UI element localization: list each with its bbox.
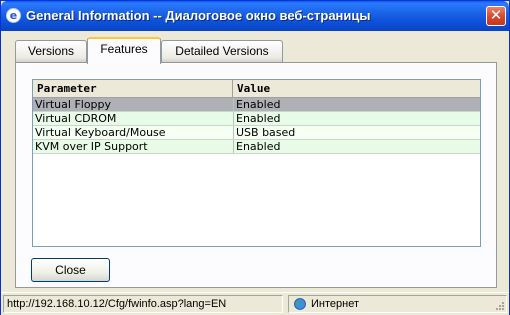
zone-label: Интернет	[311, 298, 359, 310]
features-table[interactable]: Parameter Value Virtual Floppy Enabled V…	[32, 79, 481, 247]
tab-detailed-versions[interactable]: Detailed Versions	[161, 40, 283, 62]
table-row[interactable]: Virtual CDROM Enabled	[33, 112, 480, 126]
value-cell: Enabled	[233, 98, 481, 111]
dialog-window: e General Information -- Диалоговое окно…	[0, 0, 510, 315]
column-header-parameter[interactable]: Parameter	[33, 80, 233, 97]
status-url: http://192.168.10.12/Cfg/fwinfo.asp?lang…	[3, 295, 283, 313]
parameter-cell: KVM over IP Support	[35, 140, 148, 153]
close-button[interactable]: Close	[31, 258, 110, 282]
status-bar: http://192.168.10.12/Cfg/fwinfo.asp?lang…	[1, 292, 509, 315]
value-cell: Enabled	[233, 140, 481, 153]
parameter-cell: Virtual Keyboard/Mouse	[35, 126, 166, 139]
security-zone: Интернет	[288, 295, 507, 313]
globe-icon	[294, 298, 306, 310]
title-bar[interactable]: e General Information -- Диалоговое окно…	[1, 1, 509, 31]
tab-versions[interactable]: Versions	[15, 40, 87, 62]
table-row[interactable]: KVM over IP Support Enabled	[33, 140, 480, 154]
resize-grip-icon[interactable]	[495, 301, 505, 311]
window-title: General Information -- Диалоговое окно в…	[26, 8, 371, 23]
tab-features[interactable]: Features	[87, 37, 161, 64]
parameter-cell: Virtual Floppy	[35, 98, 112, 111]
column-header-value[interactable]: Value	[233, 80, 480, 97]
window-close-button[interactable]: ✕	[486, 6, 506, 26]
value-cell: Enabled	[233, 112, 481, 125]
features-tab-panel: Parameter Value Virtual Floppy Enabled V…	[15, 62, 497, 288]
table-row[interactable]: Virtual Floppy Enabled	[33, 98, 480, 112]
value-cell: USB based	[233, 126, 481, 139]
ie-page-icon: e	[6, 8, 21, 23]
parameter-cell: Virtual CDROM	[35, 112, 117, 125]
table-header: Parameter Value	[33, 80, 480, 98]
table-row[interactable]: Virtual Keyboard/Mouse USB based	[33, 126, 480, 140]
